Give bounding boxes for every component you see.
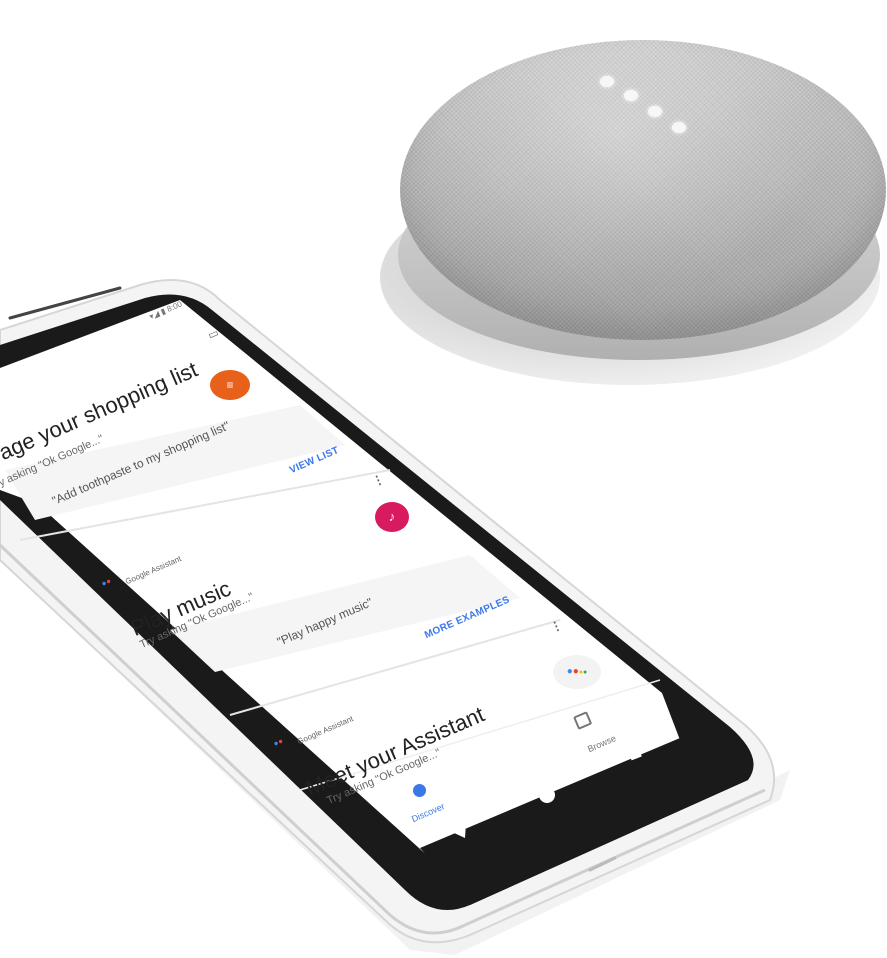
nav-discover-label: Discover: [410, 801, 447, 825]
card2-more-icon[interactable]: ⋮: [370, 471, 387, 489]
card3-more-icon[interactable]: ⋮: [548, 617, 565, 635]
assistant-source-icon: ●●: [100, 576, 113, 589]
card3-title: Meet your Assistant: [302, 701, 489, 801]
status-time: 8:00: [165, 299, 184, 314]
assistant-logo-icon: ●●●●: [566, 666, 588, 677]
view-list-button[interactable]: VIEW LIST: [288, 445, 341, 476]
card2-icon: ♪: [375, 502, 409, 532]
nav-browse-label: Browse: [586, 733, 618, 755]
music-note-icon: ♪: [388, 509, 396, 524]
browse-icon: [573, 711, 593, 730]
cast-icon[interactable]: ▭: [206, 326, 220, 342]
card1-icon: ≡: [210, 370, 250, 400]
compass-icon: [413, 784, 426, 797]
assistant-screen: ▾◢ ▮ 8:00 ▭ ≡ age your shopping list y a…: [0, 0, 887, 958]
card2-quote: "Play happy music": [275, 595, 375, 649]
list-icon: ≡: [226, 378, 234, 392]
card3-icon: ●●●●: [553, 655, 601, 689]
card2-source: Google Assistant: [124, 554, 183, 587]
card3-source: Google Assistant: [296, 714, 355, 747]
more-examples-button[interactable]: MORE EXAMPLES: [423, 594, 511, 641]
status-bar: ▾◢ ▮ 8:00: [148, 299, 183, 321]
assistant-source-icon-2: ●●: [272, 736, 285, 749]
